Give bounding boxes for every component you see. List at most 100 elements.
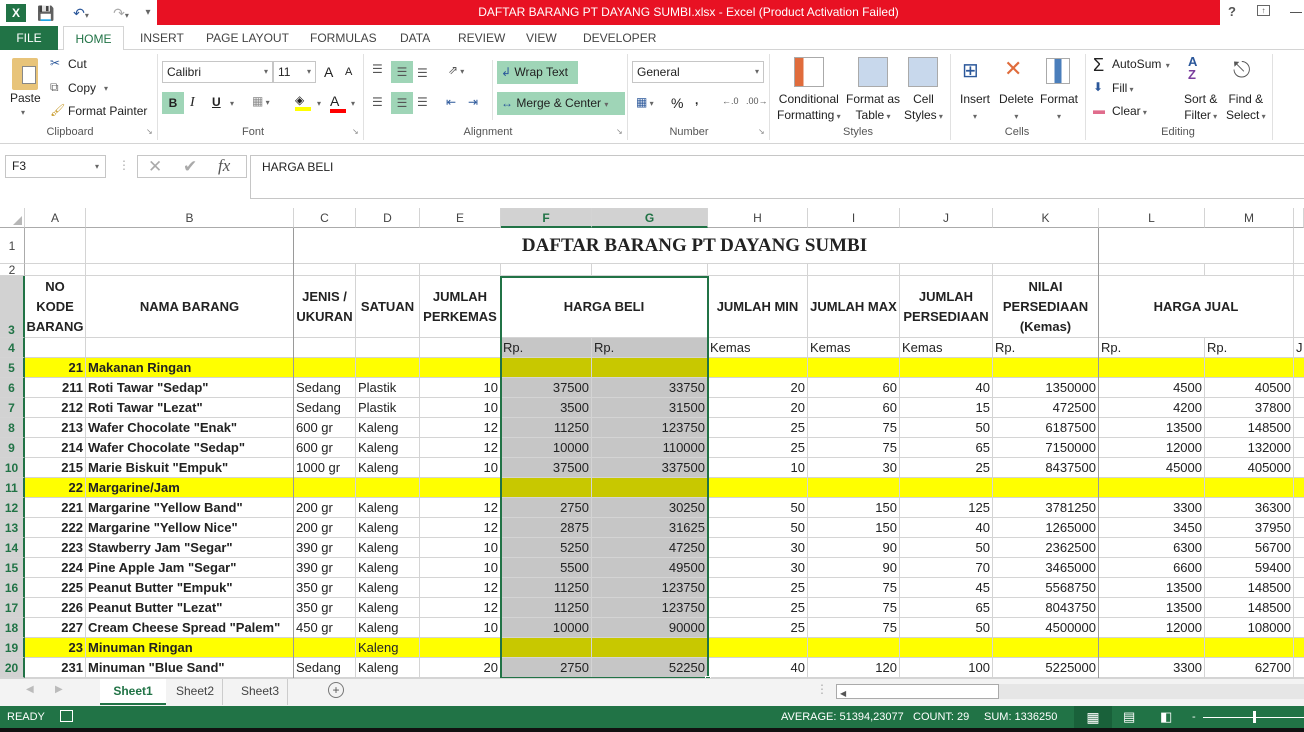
cell-n[interactable] (1294, 398, 1304, 418)
middle-align-icon[interactable]: ☰ (391, 61, 413, 83)
help-icon[interactable]: ? (1228, 4, 1236, 19)
cell-nilai-persediaan[interactable]: 4500000 (993, 618, 1099, 638)
cell-code[interactable]: 22 (25, 478, 86, 498)
cell-harga-beli-g[interactable]: 52250 (592, 658, 708, 678)
cell-jumlah-min[interactable] (708, 478, 808, 498)
cell-jumlah-min[interactable]: 30 (708, 558, 808, 578)
header-jumlah-persediaan[interactable]: JUMLAH PERSEDIAAN (900, 276, 993, 338)
cell-harga-jual-m[interactable]: 148500 (1205, 418, 1294, 438)
cell-harga-jual-l[interactable]: 13500 (1099, 418, 1205, 438)
cell-jenis[interactable]: 390 gr (294, 558, 356, 578)
row-header-1[interactable]: 1 (0, 228, 25, 264)
tab-splitter[interactable]: ⋮ (816, 682, 828, 696)
cell-jumlah-max[interactable] (808, 358, 900, 378)
cell-code[interactable]: 21 (25, 358, 86, 378)
cell-satuan[interactable] (356, 478, 420, 498)
paste-icon[interactable] (12, 58, 38, 90)
cell-perkemas[interactable]: 12 (420, 518, 501, 538)
cell-jumlah-max[interactable]: 30 (808, 458, 900, 478)
cell-b1[interactable] (86, 228, 294, 264)
insert-function-icon[interactable]: fx (218, 156, 230, 176)
cell-styles-button[interactable]: Cell Styles ▾ (904, 91, 943, 125)
cell-harga-beli-g[interactable]: 123750 (592, 598, 708, 618)
tab-developer[interactable]: DEVELOPER (577, 26, 662, 50)
cell-jumlah-persediaan[interactable] (900, 358, 993, 378)
tab-review[interactable]: REVIEW (452, 26, 511, 50)
header-harga-beli[interactable]: HARGA BELI (501, 276, 708, 338)
cell-jumlah-min[interactable]: 30 (708, 538, 808, 558)
cell-harga-jual-m[interactable] (1205, 638, 1294, 658)
cell-perkemas[interactable]: 10 (420, 618, 501, 638)
cell-jumlah-persediaan[interactable]: 65 (900, 598, 993, 618)
units-i[interactable]: Kemas (808, 338, 900, 358)
cell-harga-beli-f[interactable]: 10000 (501, 618, 592, 638)
zoom-out-icon[interactable]: - (1192, 706, 1196, 728)
fill-color-dropdown-icon[interactable]: ▾ (317, 99, 321, 108)
cell-code[interactable]: 225 (25, 578, 86, 598)
underline-button[interactable]: U (212, 95, 221, 109)
cell-n[interactable] (1294, 638, 1304, 658)
increase-indent-icon[interactable]: ⇥ (468, 95, 478, 109)
cell-jumlah-max[interactable]: 90 (808, 558, 900, 578)
find-select-button[interactable]: Find & Select ▾ (1226, 91, 1266, 125)
zoom-slider-thumb[interactable] (1253, 711, 1256, 723)
units-f[interactable]: Rp. (501, 338, 592, 358)
enter-check-icon[interactable]: ✔ (183, 157, 197, 177)
cell-b2[interactable] (86, 264, 294, 276)
cell-jumlah-persediaan[interactable]: 125 (900, 498, 993, 518)
cell-name[interactable]: Margarine/Jam (86, 478, 294, 498)
cell-harga-beli-f[interactable]: 2750 (501, 498, 592, 518)
row-header-8[interactable]: 8 (0, 418, 25, 438)
cell-n[interactable] (1294, 358, 1304, 378)
cell-harga-jual-l[interactable]: 13500 (1099, 598, 1205, 618)
cell-code[interactable]: 226 (25, 598, 86, 618)
row-header-14[interactable]: 14 (0, 538, 25, 558)
cell-satuan[interactable]: Kaleng (356, 438, 420, 458)
cell-jumlah-min[interactable]: 25 (708, 598, 808, 618)
cell-harga-beli-g[interactable]: 90000 (592, 618, 708, 638)
font-color-button[interactable]: A (330, 93, 346, 113)
cell-harga-beli-f[interactable]: 37500 (501, 378, 592, 398)
cell-jenis[interactable]: 600 gr (294, 418, 356, 438)
macro-record-icon[interactable] (60, 710, 73, 722)
cell-name[interactable]: Peanut Butter "Empuk" (86, 578, 294, 598)
copy-dropdown-icon[interactable]: ▾ (104, 84, 108, 93)
cell-harga-beli-g[interactable]: 31625 (592, 518, 708, 538)
cell-harga-jual-m[interactable]: 148500 (1205, 578, 1294, 598)
cell-harga-beli-g[interactable] (592, 478, 708, 498)
sort-filter-button[interactable]: Sort & Filter ▾ (1184, 91, 1217, 125)
row-header-9[interactable]: 9 (0, 438, 25, 458)
cell-nilai-persediaan[interactable]: 5568750 (993, 578, 1099, 598)
borders-icon[interactable]: ▦ ▾ (252, 94, 270, 108)
cell-jumlah-max[interactable]: 60 (808, 398, 900, 418)
decrease-decimal-button[interactable]: .00→ (746, 96, 768, 106)
header-satuan[interactable]: SATUAN (356, 276, 420, 338)
cell-code[interactable]: 214 (25, 438, 86, 458)
increase-font-size-button[interactable]: A (324, 64, 333, 80)
cell-jumlah-persediaan[interactable] (900, 638, 993, 658)
percent-style-button[interactable]: % (671, 95, 683, 111)
accounting-format-icon[interactable]: ▦ ▾ (636, 95, 654, 109)
cell-harga-jual-m[interactable]: 132000 (1205, 438, 1294, 458)
select-all-corner[interactable] (0, 208, 25, 228)
cell-perkemas[interactable]: 12 (420, 418, 501, 438)
cell-harga-jual-l[interactable] (1099, 478, 1205, 498)
cancel-icon[interactable]: ✕ (148, 157, 162, 177)
cell-perkemas[interactable]: 10 (420, 538, 501, 558)
row-header-4[interactable]: 4 (0, 338, 25, 358)
align-right-icon[interactable]: ☰ (417, 95, 428, 109)
cell-jumlah-persediaan[interactable]: 50 (900, 418, 993, 438)
cell-harga-jual-m[interactable] (1205, 358, 1294, 378)
cell-satuan[interactable]: Kaleng (356, 458, 420, 478)
column-header-n[interactable] (1294, 208, 1304, 228)
ribbon-display-options-icon[interactable]: ↑ (1257, 5, 1270, 16)
paste-dropdown-icon[interactable]: ▾ (21, 108, 25, 117)
column-header-h[interactable]: H (708, 208, 808, 228)
cell-harga-jual-m[interactable]: 36300 (1205, 498, 1294, 518)
row-header-7[interactable]: 7 (0, 398, 25, 418)
cell-nilai-persediaan[interactable]: 5225000 (993, 658, 1099, 678)
cell-jumlah-min[interactable]: 25 (708, 418, 808, 438)
scrollbar-track[interactable] (999, 684, 1304, 699)
cell-satuan[interactable]: Kaleng (356, 598, 420, 618)
cell-name[interactable]: Minuman Ringan (86, 638, 294, 658)
